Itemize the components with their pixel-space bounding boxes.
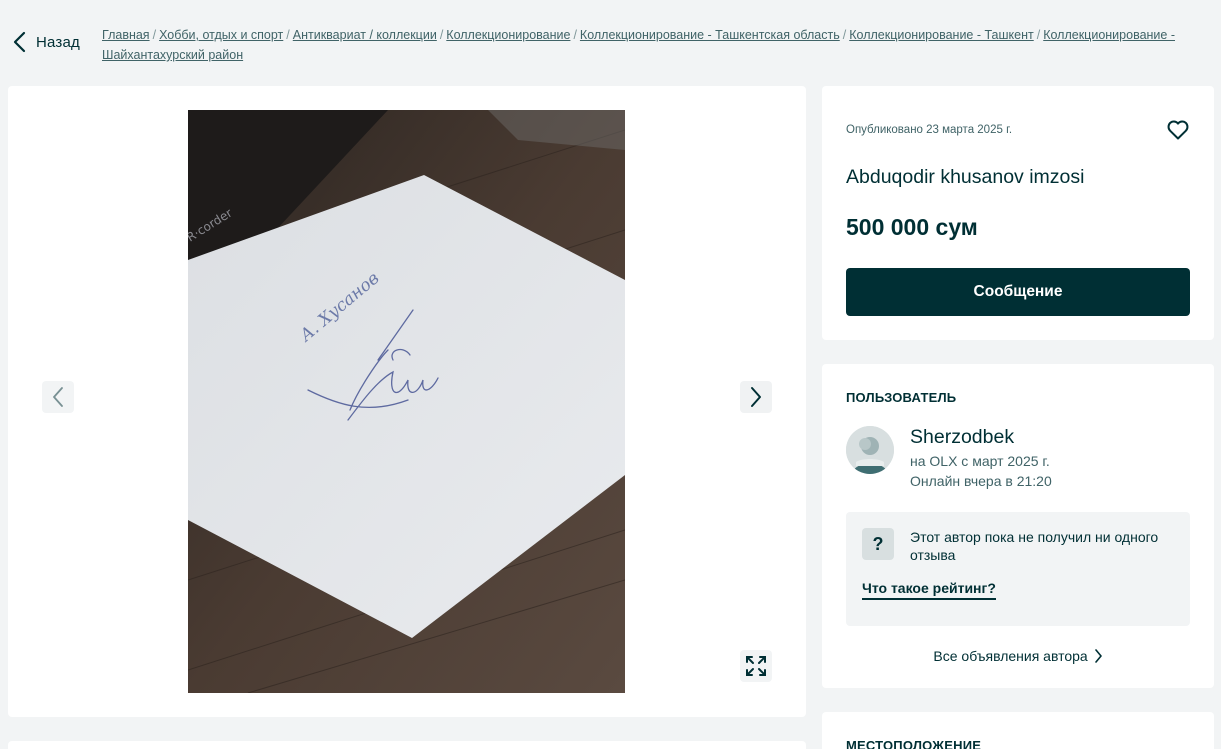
- prev-photo-button[interactable]: [42, 381, 74, 413]
- description-card: [8, 741, 806, 749]
- breadcrumb-separator: /: [1036, 28, 1041, 42]
- question-icon: ?: [862, 528, 894, 560]
- listing-info-card: Опубликовано 23 марта 2025 г. Abduqodir …: [822, 86, 1214, 340]
- breadcrumb-link[interactable]: Коллекционирование - Ташкентская область: [580, 28, 840, 42]
- avatar-icon: [846, 426, 894, 474]
- breadcrumb-separator: /: [152, 28, 157, 42]
- breadcrumb-link[interactable]: Коллекционирование: [446, 28, 570, 42]
- breadcrumb-link[interactable]: Антиквариат / коллекции: [293, 28, 437, 42]
- heart-icon[interactable]: [1166, 118, 1190, 142]
- breadcrumb-separator: /: [439, 28, 444, 42]
- back-label: Назад: [36, 33, 80, 51]
- rating-text: Этот автор пока не получил ни одного отз…: [910, 529, 1159, 563]
- photo-illustration: R·corder А. Хусанов: [188, 110, 625, 693]
- breadcrumb-link[interactable]: Главная: [102, 28, 150, 42]
- all-ads-label: Все объявления автора: [933, 648, 1088, 664]
- breadcrumb: Главная / Хобби, отдых и спорт / Антиквариат…: [102, 25, 1182, 65]
- user-online-status: Онлайн вчера в 21:20: [910, 473, 1052, 489]
- back-button[interactable]: Назад: [12, 30, 80, 54]
- avatar[interactable]: [846, 426, 894, 474]
- chevron-left-icon: [53, 387, 63, 407]
- listing-photo[interactable]: R·corder А. Хусанов: [188, 110, 625, 693]
- next-photo-button[interactable]: [740, 381, 772, 413]
- chevron-left-icon: [13, 31, 26, 53]
- chevron-right-icon: [1094, 649, 1102, 663]
- rating-box: ? Этот автор пока не получил ни одного о…: [846, 512, 1190, 626]
- location-card: МЕСТОПОЛОЖЕНИЕ: [822, 712, 1214, 749]
- user-name[interactable]: Sherzodbek: [910, 426, 1014, 449]
- message-button[interactable]: Сообщение: [846, 268, 1190, 316]
- breadcrumb-separator: /: [573, 28, 577, 42]
- all-author-ads-link[interactable]: Все объявления автора: [822, 648, 1214, 664]
- published-date: Опубликовано 23 марта 2025 г.: [846, 124, 1013, 136]
- breadcrumb-link[interactable]: Коллекционирование - Ташкент: [849, 28, 1034, 42]
- chevron-right-icon: [751, 387, 761, 407]
- rating-info-link[interactable]: Что такое рейтинг?: [862, 580, 996, 600]
- breadcrumb-link[interactable]: Хобби, отдых и спорт: [159, 28, 283, 42]
- photo-gallery: R·corder А. Хусанов: [8, 86, 806, 717]
- user-member-since: на OLX с март 2025 г.: [910, 453, 1050, 469]
- listing-title: Abduqodir khusanov imzosi: [846, 166, 1085, 188]
- listing-price: 500 000 сум: [846, 214, 978, 240]
- breadcrumb-separator: /: [286, 28, 290, 42]
- breadcrumb-separator: /: [842, 28, 847, 42]
- user-section-label: ПОЛЬЗОВАТЕЛЬ: [846, 390, 957, 405]
- location-section-label: МЕСТОПОЛОЖЕНИЕ: [846, 738, 982, 749]
- expand-icon: [746, 656, 766, 676]
- fullscreen-button[interactable]: [740, 650, 772, 682]
- user-card: ПОЛЬЗОВАТЕЛЬ Sherzodbek на OLX с март 20…: [822, 364, 1214, 688]
